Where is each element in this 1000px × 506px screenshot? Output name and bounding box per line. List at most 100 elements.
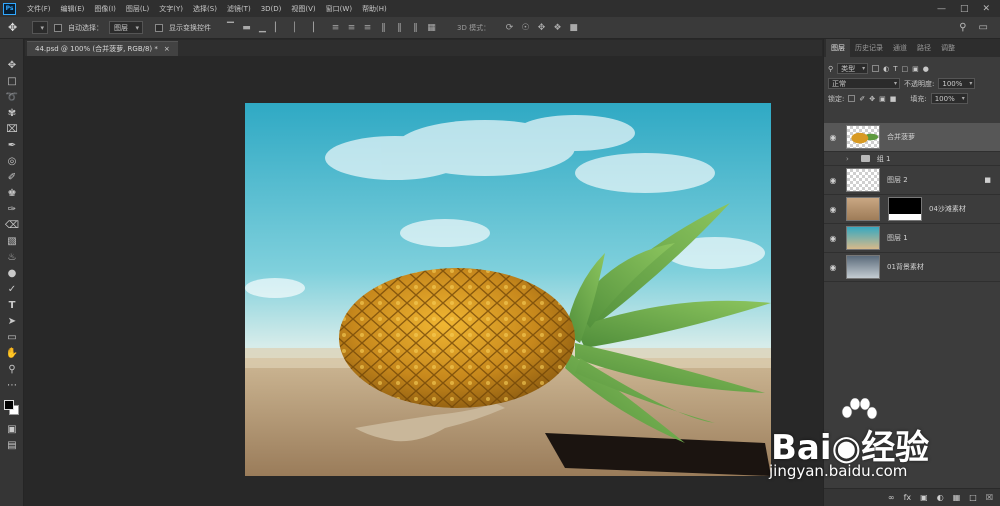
move-tool-icon[interactable]: ✥ xyxy=(0,57,24,73)
crop-tool-icon[interactable]: ⌧ xyxy=(0,121,24,137)
distribute-bottom-icon[interactable]: ≡ xyxy=(362,23,373,33)
canvas-area[interactable] xyxy=(25,56,822,506)
align-bottom-icon[interactable]: ▁ xyxy=(257,23,268,33)
workspace-icon[interactable]: ▭ xyxy=(979,22,988,33)
show-transform-checkbox[interactable] xyxy=(155,23,163,32)
filter-type-icon[interactable]: T xyxy=(893,65,897,73)
layer-filter-dropdown[interactable]: 类型 xyxy=(837,63,869,74)
align-hcenter-icon[interactable]: │ xyxy=(289,23,300,33)
layer-name[interactable]: 图层 1 xyxy=(887,233,908,243)
menu-type[interactable]: 文字(Y) xyxy=(154,4,188,14)
layer-name[interactable]: 合并菠萝 xyxy=(887,132,915,142)
marquee-tool-icon[interactable]: □ xyxy=(0,73,24,89)
layer-style-icon[interactable]: fx xyxy=(904,493,912,502)
align-right-icon[interactable]: ▕ xyxy=(305,23,316,33)
color-swatches[interactable] xyxy=(0,397,24,421)
layer-row[interactable]: ◉ 合并菠萝 xyxy=(824,123,1000,152)
eyedropper-tool-icon[interactable]: ✒ xyxy=(0,137,24,153)
move-tool-icon[interactable]: ✥ xyxy=(8,21,26,34)
document-canvas[interactable] xyxy=(245,103,771,476)
pen-tool-icon[interactable]: ✓ xyxy=(0,281,24,297)
search-icon[interactable]: ⚲ xyxy=(959,22,966,33)
align-vcenter-icon[interactable]: ▬ xyxy=(241,23,252,33)
path-select-tool-icon[interactable]: ➤ xyxy=(0,313,24,329)
menu-view[interactable]: 视图(V) xyxy=(286,4,320,14)
layer-name[interactable]: 组 1 xyxy=(877,154,891,164)
add-mask-icon[interactable]: ▣ xyxy=(920,493,928,502)
3d-drag-icon[interactable]: ✥ xyxy=(536,23,547,33)
3d-scale-icon[interactable]: ■ xyxy=(568,23,579,33)
document-tab[interactable]: 44.psd @ 100% (合并菠萝, RGB/8) * × xyxy=(27,41,178,56)
tab-paths[interactable]: 路径 xyxy=(912,43,936,57)
quick-select-tool-icon[interactable]: ✾ xyxy=(0,105,24,121)
menu-select[interactable]: 选择(S) xyxy=(188,4,222,14)
filter-pixel-icon[interactable] xyxy=(872,65,880,72)
auto-select-checkbox[interactable] xyxy=(54,23,62,32)
menu-edit[interactable]: 编辑(E) xyxy=(56,4,90,14)
new-group-icon[interactable]: ▦ xyxy=(953,493,961,502)
visibility-eye-icon[interactable]: ◉ xyxy=(824,234,842,243)
menu-image[interactable]: 图像(I) xyxy=(89,4,121,14)
auto-align-icon[interactable]: ▦ xyxy=(426,23,437,33)
lock-transparent-icon[interactable] xyxy=(848,95,856,102)
distribute-hcenter-icon[interactable]: ‖ xyxy=(394,23,405,33)
visibility-eye-icon[interactable]: ◉ xyxy=(824,205,842,214)
distribute-left-icon[interactable]: ‖ xyxy=(378,23,389,33)
clone-stamp-tool-icon[interactable]: ♚ xyxy=(0,185,24,201)
visibility-eye-icon[interactable]: ◉ xyxy=(824,176,842,185)
visibility-eye-icon[interactable]: ◉ xyxy=(824,263,842,272)
more-tools-icon[interactable]: ⋯ xyxy=(0,377,24,393)
distribute-right-icon[interactable]: ‖ xyxy=(410,23,421,33)
menu-help[interactable]: 帮助(H) xyxy=(357,4,392,14)
tab-adjustments[interactable]: 调整 xyxy=(936,43,960,57)
menu-layer[interactable]: 图层(L) xyxy=(121,4,154,14)
minimize-icon[interactable]: — xyxy=(937,4,946,14)
3d-roll-icon[interactable]: ☉ xyxy=(520,23,531,33)
layer-name[interactable]: 图层 2 xyxy=(887,175,908,185)
zoom-tool-icon[interactable]: ⚲ xyxy=(0,361,24,377)
link-layers-icon[interactable]: ∞ xyxy=(888,493,895,502)
menu-filter[interactable]: 滤镜(T) xyxy=(222,4,256,14)
3d-slide-icon[interactable]: ❖ xyxy=(552,23,563,33)
adjustment-layer-icon[interactable]: ◐ xyxy=(937,493,944,502)
delete-layer-icon[interactable]: ☒ xyxy=(986,493,993,502)
type-tool-icon[interactable]: T xyxy=(0,297,24,313)
tool-preset-picker[interactable] xyxy=(32,21,48,34)
new-layer-icon[interactable]: □ xyxy=(969,493,977,502)
lock-artboard-icon[interactable]: ▣ xyxy=(879,95,886,103)
blur-tool-icon[interactable]: ♨ xyxy=(0,249,24,265)
layer-mask-thumbnail[interactable] xyxy=(888,197,922,221)
layer-name[interactable]: 04沙滩素材 xyxy=(929,204,966,214)
layer-row[interactable]: ◉ 图层 2 ■ xyxy=(824,166,1000,195)
tab-history[interactable]: 历史记录 xyxy=(850,43,888,57)
lock-all-icon[interactable]: ■ xyxy=(890,95,897,103)
filter-smart-icon[interactable]: ▣ xyxy=(912,65,919,73)
layer-row[interactable]: ◉ 图层 1 xyxy=(824,224,1000,253)
layer-name[interactable]: 01背景素材 xyxy=(887,262,924,272)
lock-pixels-icon[interactable]: ✐ xyxy=(859,95,865,103)
opacity-field[interactable]: 100% xyxy=(938,78,976,89)
3d-orbit-icon[interactable]: ⟳ xyxy=(504,23,515,33)
close-icon[interactable]: ✕ xyxy=(982,4,990,14)
filter-shape-icon[interactable]: □ xyxy=(902,65,909,73)
brush-tool-icon[interactable]: ✐ xyxy=(0,169,24,185)
auto-select-dropdown[interactable]: 图层 xyxy=(109,21,143,34)
filter-toggle-icon[interactable]: ● xyxy=(923,65,929,73)
layer-row[interactable]: ◉ 04沙滩素材 xyxy=(824,195,1000,224)
gradient-tool-icon[interactable]: ▧ xyxy=(0,233,24,249)
menu-file[interactable]: 文件(F) xyxy=(22,4,56,14)
layer-group-row[interactable]: › 组 1 xyxy=(824,152,1000,166)
tab-channels[interactable]: 通道 xyxy=(888,43,912,57)
maximize-icon[interactable]: □ xyxy=(960,4,969,14)
tab-layers[interactable]: 图层 xyxy=(826,39,850,57)
filter-adjust-icon[interactable]: ◐ xyxy=(883,65,889,73)
hand-tool-icon[interactable]: ✋ xyxy=(0,345,24,361)
foreground-color-swatch[interactable] xyxy=(4,400,14,410)
lock-position-icon[interactable]: ✥ xyxy=(869,95,875,103)
lasso-tool-icon[interactable]: ➰ xyxy=(0,89,24,105)
visibility-eye-icon[interactable]: ◉ xyxy=(824,133,842,142)
history-brush-tool-icon[interactable]: ✑ xyxy=(0,201,24,217)
align-left-icon[interactable]: ▏ xyxy=(273,23,284,33)
screen-mode-icon[interactable]: ▤ xyxy=(0,437,24,453)
layer-row[interactable]: ◉ 01背景素材 xyxy=(824,253,1000,282)
